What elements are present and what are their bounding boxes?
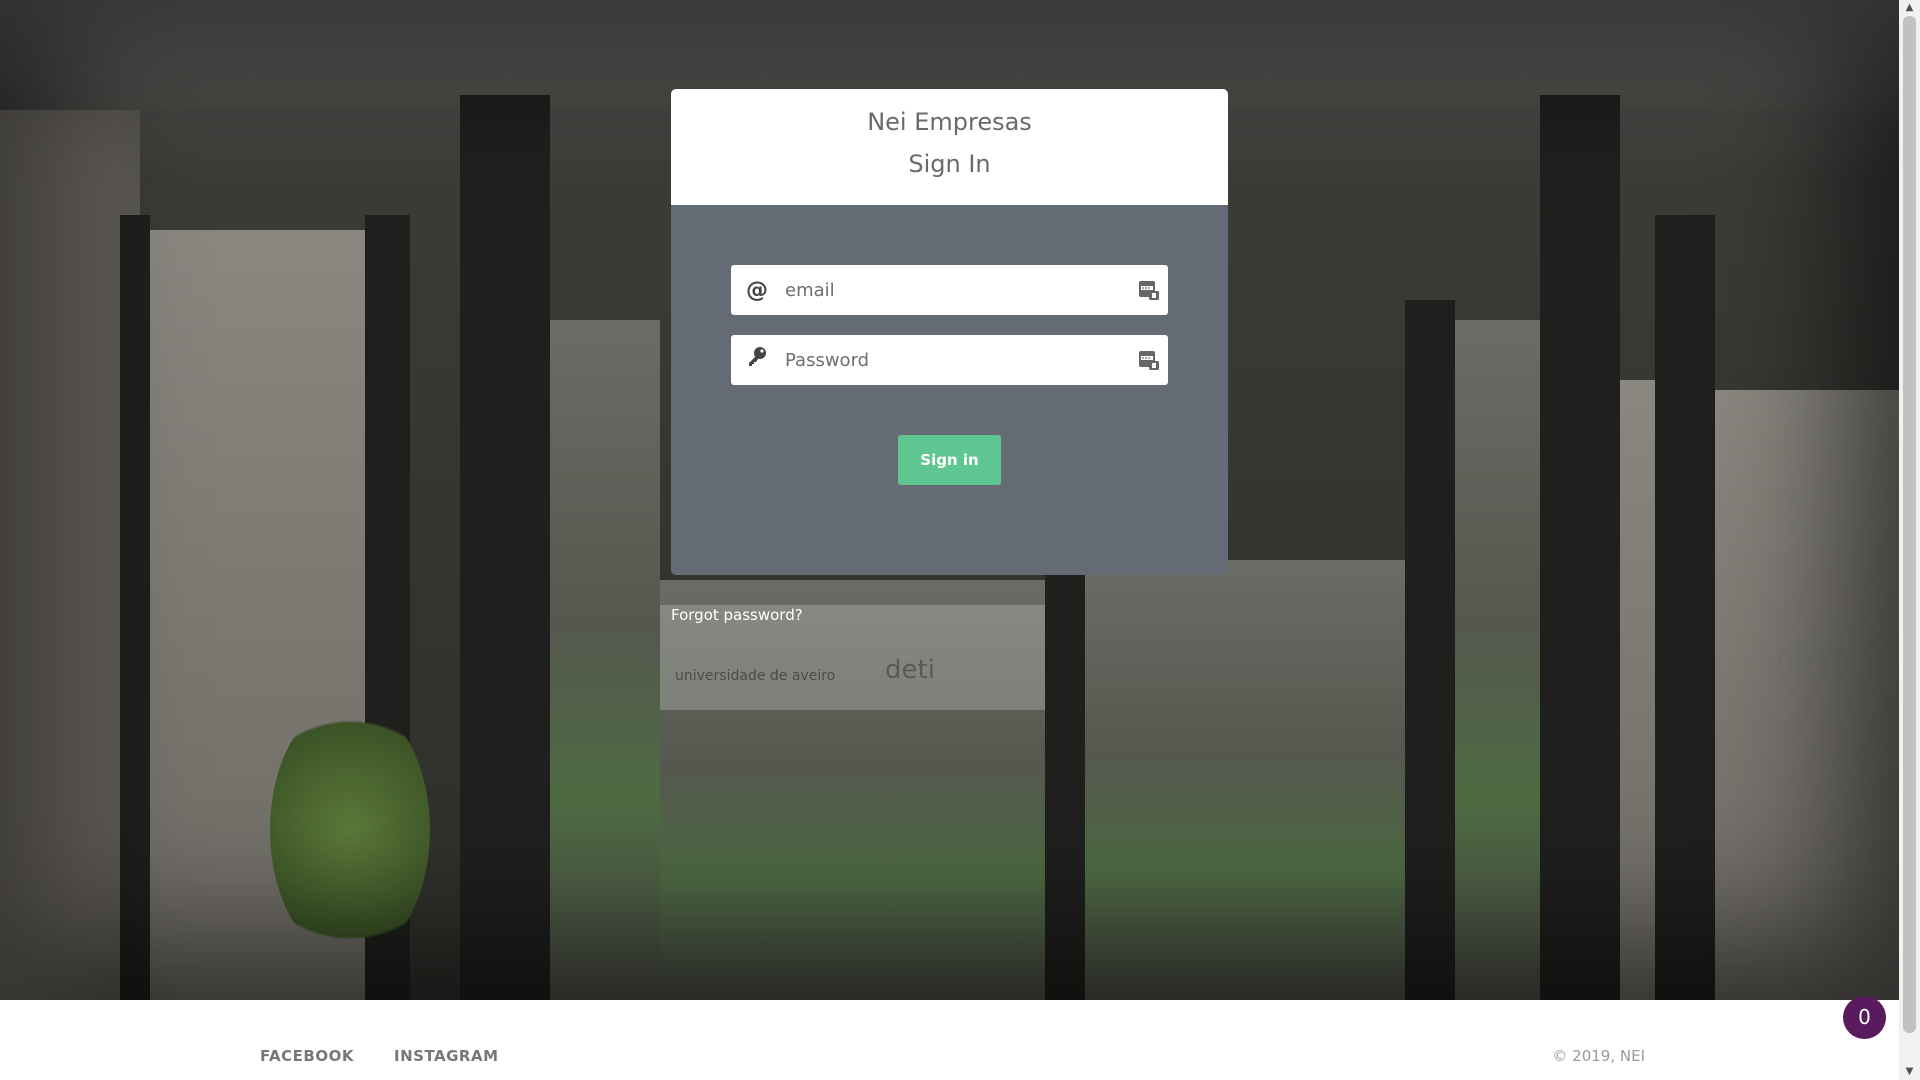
login-card: Nei Empresas Sign In @ email Sign in	[671, 89, 1228, 575]
signin-button[interactable]: Sign in	[898, 435, 1001, 485]
scroll-thumb[interactable]	[1903, 16, 1916, 1033]
footer: FACEBOOK INSTAGRAM © 2019, NEI	[0, 1000, 1899, 1080]
password-manager-icon[interactable]	[1138, 349, 1160, 371]
at-icon: @	[746, 277, 768, 303]
forgot-password-link[interactable]: Forgot password?	[671, 606, 803, 624]
password-input[interactable]	[783, 339, 1138, 381]
login-card-header: Nei Empresas Sign In	[671, 89, 1228, 205]
app-title: Nei Empresas	[867, 108, 1032, 136]
key-icon	[731, 346, 783, 374]
password-field[interactable]	[731, 335, 1168, 385]
password-manager-icon[interactable]	[1138, 279, 1160, 301]
form-title: Sign In	[908, 150, 991, 178]
scrollbar[interactable]: ▲ ▼	[1899, 0, 1920, 1080]
email-field[interactable]: @	[731, 265, 1168, 315]
instagram-link[interactable]: INSTAGRAM	[394, 1047, 499, 1065]
scroll-down-icon[interactable]: ▼	[1899, 1064, 1920, 1080]
scroll-up-icon[interactable]: ▲	[1899, 0, 1920, 16]
notification-badge[interactable]: 0	[1843, 996, 1886, 1039]
login-card-body: @ email Sign in	[671, 205, 1228, 575]
facebook-link[interactable]: FACEBOOK	[260, 1047, 354, 1065]
copyright-text: © 2019, NEI	[1552, 1047, 1645, 1065]
email-input[interactable]	[783, 269, 1138, 311]
